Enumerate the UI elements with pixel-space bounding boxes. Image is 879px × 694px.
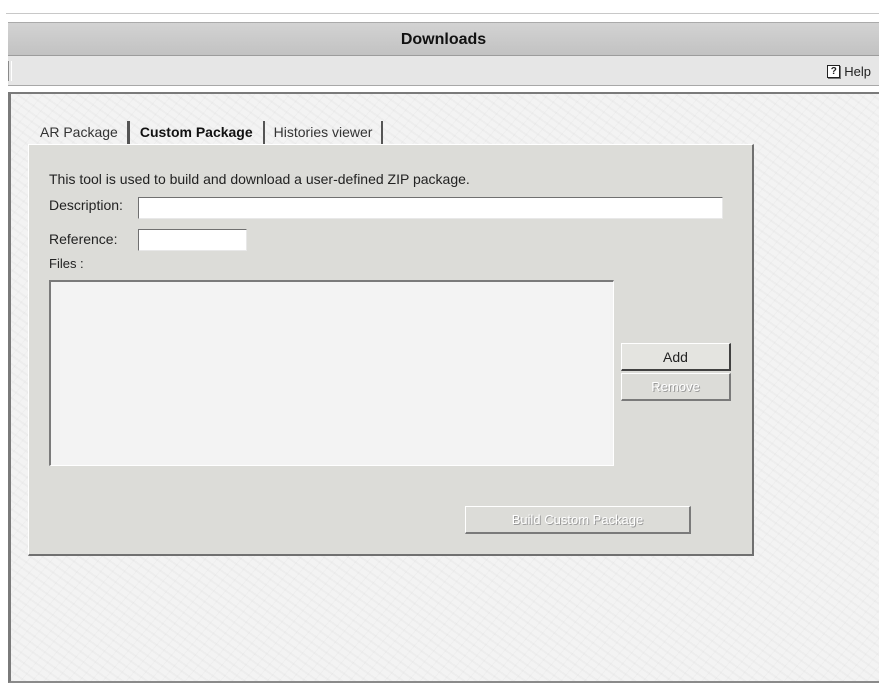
add-button[interactable]: Add: [621, 343, 731, 371]
top-divider: [6, 13, 879, 14]
remove-button[interactable]: Remove: [621, 373, 731, 401]
build-custom-package-button[interactable]: Build Custom Package: [465, 506, 691, 534]
custom-package-panel: This tool is used to build and download …: [28, 144, 754, 556]
help-icon: ?: [827, 64, 841, 78]
description-label: Description:: [49, 197, 123, 213]
toolbar-grip[interactable]: [8, 61, 12, 81]
tab-histories-viewer[interactable]: Histories viewer: [265, 121, 384, 144]
toolbar: ? Help: [8, 56, 879, 86]
content-area: AR Package Custom Package Histories view…: [8, 92, 879, 683]
intro-text: This tool is used to build and download …: [49, 171, 470, 187]
help-button[interactable]: ? Help: [827, 62, 871, 80]
downloads-window: Downloads ? Help AR Package Custom Packa…: [0, 0, 879, 694]
tab-bar: AR Package Custom Package Histories view…: [31, 119, 384, 144]
reference-label: Reference:: [49, 231, 118, 247]
description-input[interactable]: [138, 197, 723, 219]
files-list[interactable]: [49, 280, 614, 466]
reference-input[interactable]: [138, 229, 247, 251]
help-label: Help: [844, 63, 871, 79]
tab-ar-package[interactable]: AR Package: [31, 121, 129, 144]
files-label: Files :: [49, 256, 84, 271]
tab-custom-package[interactable]: Custom Package: [128, 121, 265, 144]
window-title: Downloads: [8, 22, 879, 56]
